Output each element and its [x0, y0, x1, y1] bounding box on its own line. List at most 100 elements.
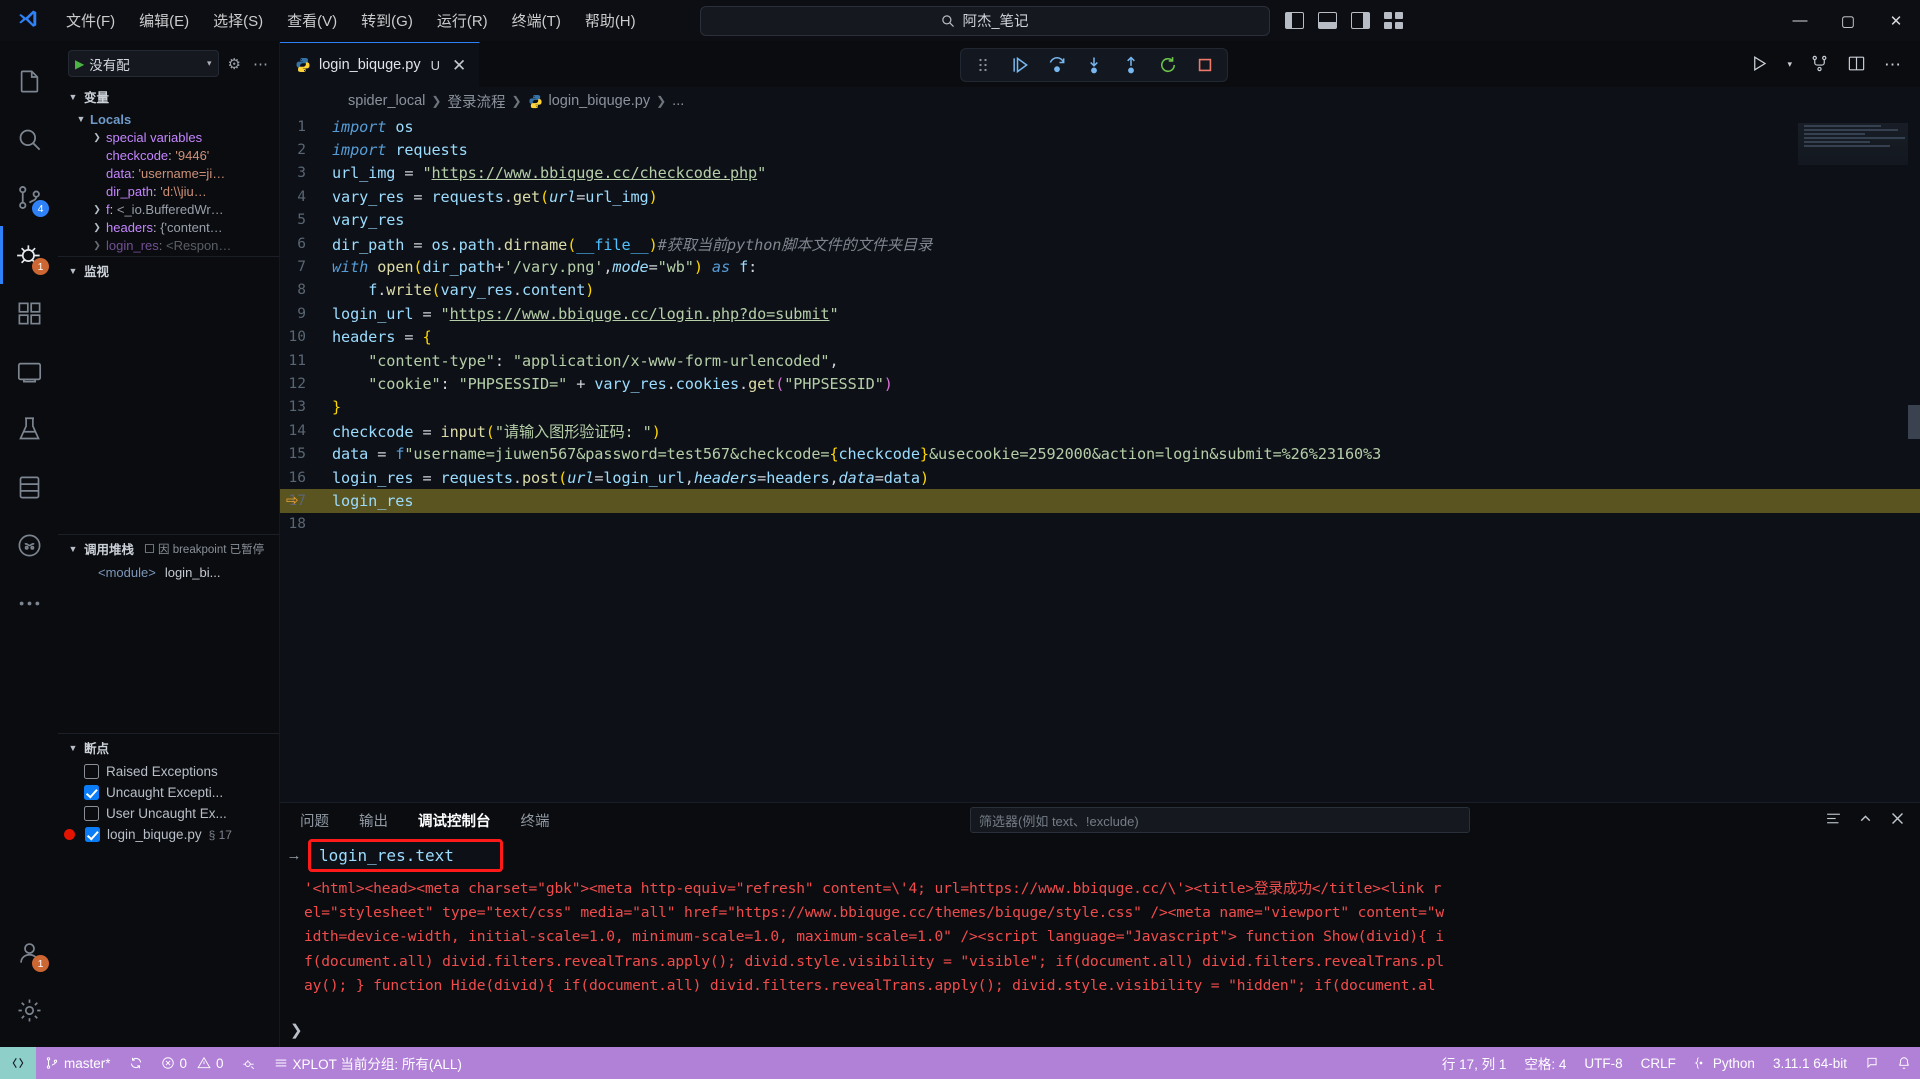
debug-console-filter-input[interactable]: 筛选器(例如 text、!exclude)	[970, 807, 1470, 833]
panel-tabs[interactable]: 问题 输出 调试控制台 终端 筛选器(例如 text、!exclude)	[280, 803, 1920, 837]
repl-expand-icon[interactable]: ❯	[290, 1021, 303, 1039]
continue-button[interactable]	[1010, 55, 1030, 75]
menu-edit[interactable]: 编辑(E)	[127, 6, 201, 35]
variable-row-f[interactable]: ❯ f: <_io.BufferedWr…	[58, 200, 279, 218]
activity-settings[interactable]	[0, 981, 58, 1039]
tab-output[interactable]: 输出	[357, 804, 390, 837]
line-content[interactable]: headers = {	[332, 328, 1920, 346]
step-out-button[interactable]	[1121, 55, 1141, 75]
line-content[interactable]: dir_path = os.path.dirname(__file__)#获取当…	[332, 233, 1920, 255]
line-content[interactable]: with open(dir_path+'/vary.png',mode="wb"…	[332, 258, 1920, 276]
panel-actions[interactable]	[1825, 810, 1906, 830]
editor-actions[interactable]: ▾ ⋯	[1750, 42, 1920, 87]
breakpoint-row-uncaught-exceptions[interactable]: Uncaught Excepti...	[58, 782, 279, 803]
variable-row-checkcode[interactable]: checkcode: '9446'	[58, 146, 279, 164]
code-line-3[interactable]: 3 url_img = "https://www.bbiquge.cc/check…	[280, 162, 1920, 185]
activity-extensions[interactable]	[0, 284, 58, 342]
command-center-search[interactable]: 阿杰_笔记	[700, 5, 1270, 36]
status-encoding[interactable]: UTF-8	[1575, 1047, 1631, 1079]
maximize-panel-icon[interactable]	[1857, 810, 1874, 830]
code-line-5[interactable]: 5 vary_res	[280, 209, 1920, 232]
status-debug-icon[interactable]	[233, 1047, 265, 1079]
section-breakpoints[interactable]: ▼ 断点	[58, 733, 279, 761]
line-content[interactable]: }	[332, 398, 1920, 416]
status-bar[interactable]: master* 0 0 XPLOT 当前分组: 所有(ALL) 行 17, 列 …	[0, 1047, 1920, 1079]
toggle-secondary-sidebar-icon[interactable]	[1351, 12, 1370, 29]
repl-input-row[interactable]: → login_res.text	[280, 837, 1920, 874]
checkbox[interactable]	[84, 764, 99, 779]
split-editor-icon[interactable]	[1847, 54, 1866, 76]
code-line-1[interactable]: 1 import os	[280, 115, 1920, 138]
debug-settings-gear-icon[interactable]: ⚙	[225, 53, 244, 75]
breakpoint-row-user-uncaught-exceptions[interactable]: User Uncaught Ex...	[58, 803, 279, 824]
activity-explorer[interactable]	[0, 52, 58, 110]
status-problems[interactable]: 0 0	[152, 1047, 233, 1079]
status-notifications[interactable]	[1888, 1047, 1920, 1079]
line-content[interactable]: vary_res = requests.get(url=url_img)	[332, 188, 1920, 206]
breadcrumb-item-1[interactable]: 登录流程	[447, 91, 505, 112]
activity-more-views[interactable]	[0, 574, 58, 632]
chevron-down-icon[interactable]: ▾	[207, 58, 212, 69]
menu-help[interactable]: 帮助(H)	[573, 6, 648, 35]
clear-console-icon[interactable]	[1825, 810, 1842, 830]
split-terminal-icon[interactable]	[1810, 54, 1829, 76]
activity-accounts[interactable]: 1	[0, 923, 58, 981]
code-line-7[interactable]: 7 with open(dir_path+'/vary.png',mode="wb…	[280, 255, 1920, 278]
stop-button[interactable]	[1195, 55, 1215, 75]
more-actions-icon[interactable]: ⋯	[1884, 55, 1902, 75]
breadcrumb-item-2[interactable]: login_biquge.py	[549, 93, 651, 109]
code-line-16[interactable]: 16 login_res = requests.post(url=login_ur…	[280, 466, 1920, 489]
line-content[interactable]: vary_res	[332, 211, 1920, 229]
checkbox[interactable]	[84, 785, 99, 800]
close-icon[interactable]: ✕	[452, 57, 466, 74]
breakpoint-row-raised-exceptions[interactable]: Raised Exceptions	[58, 761, 279, 782]
variable-row-special-variables[interactable]: ❯ special variables	[58, 128, 279, 146]
debug-configuration-dropdown[interactable]: ▶ 没有配 ▾	[68, 50, 219, 77]
code-line-13[interactable]: 13}	[280, 396, 1920, 419]
activity-database[interactable]	[0, 458, 58, 516]
restart-button[interactable]	[1158, 55, 1178, 75]
line-content[interactable]: login_res	[332, 492, 1920, 510]
checkbox[interactable]	[84, 806, 99, 821]
variable-row-data[interactable]: data: 'username=ji…	[58, 164, 279, 182]
debug-more-actions-icon[interactable]: ⋯	[250, 53, 271, 75]
status-language-mode[interactable]: Python	[1685, 1047, 1764, 1079]
editor-tab-login-biquge[interactable]: login_biquge.py U ✕	[280, 42, 481, 87]
status-sync[interactable]	[120, 1047, 152, 1079]
minimize-button[interactable]: —	[1776, 0, 1824, 42]
line-content[interactable]: f.write(vary_res.content)	[332, 281, 1920, 299]
step-over-button[interactable]	[1047, 55, 1067, 75]
status-interpreter[interactable]: 3.11.1 64-bit	[1764, 1047, 1856, 1079]
menu-go[interactable]: 转到(G)	[349, 6, 425, 35]
code-line-17[interactable]: ⇨ 17 login_res	[280, 489, 1920, 513]
menu-selection[interactable]: 选择(S)	[201, 6, 275, 35]
code-line-11[interactable]: 11 "content-type": "application/x-www-fo…	[280, 349, 1920, 372]
variable-row-headers[interactable]: ❯ headers: {'content…	[58, 218, 279, 236]
line-content[interactable]: url_img = "https://www.bbiquge.cc/checkc…	[332, 164, 1920, 182]
line-content[interactable]: "cookie": "PHPSESSID=" + vary_res.cookie…	[332, 375, 1920, 393]
status-branch[interactable]: master*	[36, 1047, 120, 1079]
menu-bar[interactable]: 文件(F) 编辑(E) 选择(S) 查看(V) 转到(G) 运行(R) 终端(T…	[54, 6, 648, 35]
line-content[interactable]: login_res = requests.post(url=login_url,…	[332, 469, 1920, 487]
code-lines[interactable]: 1 import os 2 import requests 3 url_img = "ht…	[280, 115, 1920, 536]
variable-row-login-res[interactable]: ❯ login_res: <Respon…	[58, 236, 279, 254]
activity-remote-explorer[interactable]	[0, 342, 58, 400]
variables-scope-locals[interactable]: ▼ Locals	[58, 110, 279, 128]
code-line-12[interactable]: 12 "cookie": "PHPSESSID=" + vary_res.coo…	[280, 372, 1920, 395]
code-line-2[interactable]: 2 import requests	[280, 138, 1920, 161]
window-controls[interactable]: — ▢ ✕	[1776, 0, 1920, 42]
menu-file[interactable]: 文件(F)	[54, 6, 127, 35]
layout-toggles[interactable]	[1285, 12, 1403, 29]
start-debug-icon[interactable]: ▶	[75, 57, 84, 71]
run-python-file-icon[interactable]	[1750, 54, 1769, 76]
status-cursor-position[interactable]: 行 17, 列 1	[1433, 1047, 1516, 1079]
maximize-button[interactable]: ▢	[1824, 0, 1872, 42]
step-into-button[interactable]	[1084, 55, 1104, 75]
customize-layout-icon[interactable]	[1384, 12, 1403, 29]
status-feedback[interactable]	[1856, 1047, 1888, 1079]
section-callstack[interactable]: ▼ 调用堆栈 因 breakpoint 已暂停	[58, 534, 279, 562]
code-line-15[interactable]: 15 data = f"username=jiuwen567&password=t…	[280, 442, 1920, 465]
breadcrumb-item-3[interactable]: ...	[672, 93, 684, 109]
line-content[interactable]: checkcode = input("请输入图形验证码: ")	[332, 420, 1920, 442]
code-line-8[interactable]: 8 f.write(vary_res.content)	[280, 279, 1920, 302]
